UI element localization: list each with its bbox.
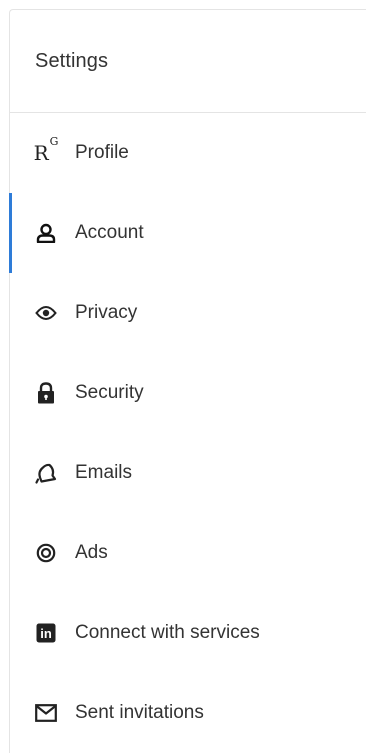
person-icon	[35, 222, 57, 244]
nav-item-profile[interactable]: RG Profile	[10, 113, 366, 193]
nav-item-label: Emails	[75, 462, 133, 483]
nav-item-account[interactable]: Account	[9, 193, 366, 273]
nav-item-label: Privacy	[75, 302, 138, 323]
nav-item-invitations[interactable]: Sent invitations	[10, 673, 366, 753]
nav-item-label: Profile	[75, 142, 129, 163]
envelope-icon	[35, 702, 57, 724]
nav-item-label: Connect with services	[75, 622, 260, 643]
nav-item-connect[interactable]: in Connect with services	[10, 593, 366, 673]
nav-item-security[interactable]: Security	[10, 353, 366, 433]
nav-item-privacy[interactable]: Privacy	[10, 273, 366, 353]
nav-item-label: Ads	[75, 542, 108, 563]
researchgate-logo-icon: RG	[33, 135, 59, 165]
nav-item-label: Account	[75, 222, 144, 243]
page-title: Settings	[35, 49, 109, 72]
nav-item-ads[interactable]: Ads	[10, 513, 366, 593]
settings-header: Settings	[10, 10, 366, 113]
nav-item-label: Security	[75, 382, 144, 403]
nav-item-label: Sent invitations	[75, 702, 204, 723]
nav-item-emails[interactable]: Emails	[10, 433, 366, 513]
lock-icon	[35, 382, 57, 404]
eye-icon	[35, 302, 57, 324]
target-icon	[35, 542, 57, 564]
linkedin-icon: in	[35, 622, 57, 644]
settings-panel: Settings RG Profile Account Privacy Secu…	[9, 9, 366, 753]
settings-nav: RG Profile Account Privacy Security Emai…	[9, 113, 366, 753]
bell-icon	[35, 462, 57, 484]
svg-text:in: in	[40, 626, 52, 641]
